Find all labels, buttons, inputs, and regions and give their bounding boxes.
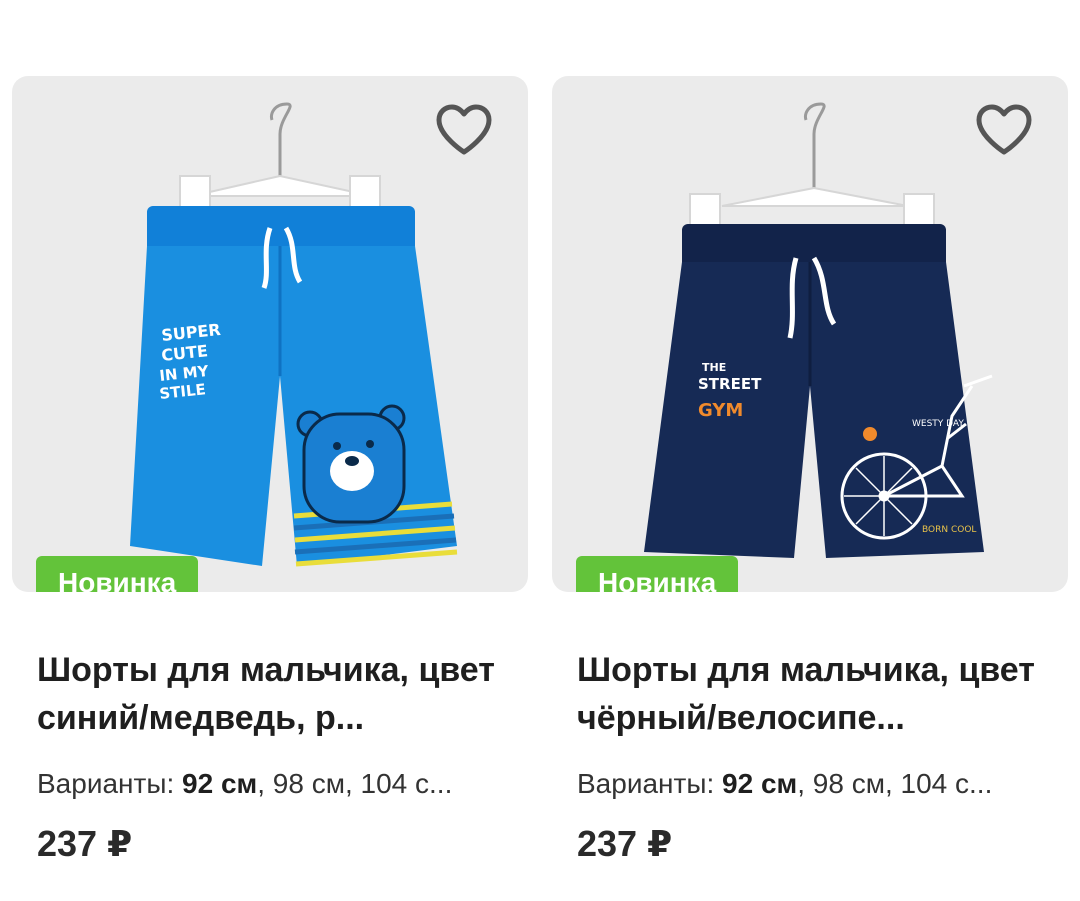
- product-image[interactable]: SUPER CUTE IN MY STILE Новинка: [12, 76, 528, 592]
- variant-selected: 92 см: [182, 768, 258, 799]
- product-image[interactable]: THE STREET GYM WESTY DAY BORN COOL Новин…: [552, 76, 1068, 592]
- svg-text:BORN COOL: BORN COOL: [922, 525, 976, 535]
- heart-outline-icon: [976, 104, 1032, 155]
- new-badge: Новинка: [36, 556, 199, 592]
- product-title[interactable]: Шорты для мальчика, цвет чёрный/велосипе…: [577, 646, 1047, 742]
- new-badge: Новинка: [576, 556, 739, 592]
- svg-text:GYM: GYM: [698, 400, 743, 421]
- product-card[interactable]: SUPER CUTE IN MY STILE Новинка Шорты для…: [12, 76, 528, 868]
- variants-label: Варианты:: [37, 768, 175, 799]
- variants-label: Варианты:: [577, 768, 715, 799]
- product-title[interactable]: Шорты для мальчика, цвет синий/медведь, …: [37, 646, 507, 742]
- product-price: 237 ₽: [37, 823, 133, 864]
- favorite-button[interactable]: [974, 102, 1034, 158]
- product-variants: Варианты: 92 см, 98 см, 104 с...: [37, 764, 507, 804]
- product-grid: SUPER CUTE IN MY STILE Новинка Шорты для…: [0, 0, 1080, 901]
- variants-other: , 98 см, 104 с...: [257, 768, 453, 799]
- product-price: 237 ₽: [577, 823, 673, 864]
- svg-text:WESTY DAY: WESTY DAY: [912, 419, 964, 429]
- variants-other: , 98 см, 104 с...: [797, 768, 993, 799]
- favorite-button[interactable]: [434, 102, 494, 158]
- svg-text:THE: THE: [702, 361, 726, 374]
- product-card[interactable]: THE STREET GYM WESTY DAY BORN COOL Новин…: [552, 76, 1068, 868]
- product-variants: Варианты: 92 см, 98 см, 104 с...: [577, 764, 1047, 804]
- heart-outline-icon: [436, 104, 492, 155]
- variant-selected: 92 см: [722, 768, 798, 799]
- svg-text:STREET: STREET: [698, 375, 762, 393]
